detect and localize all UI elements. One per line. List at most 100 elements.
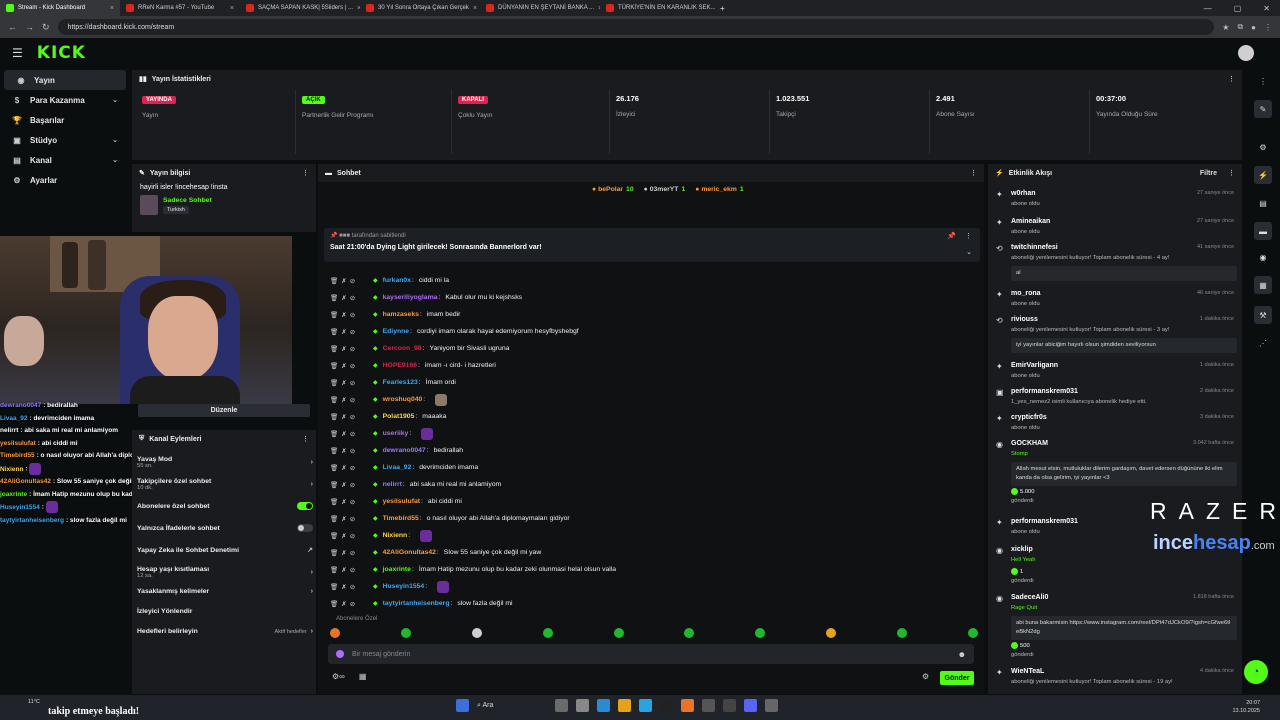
emote-icon[interactable] — [400, 628, 411, 638]
chat-message[interactable]: 🗑✗⊘ ◆ hamzaseks: imam bedir — [330, 306, 980, 323]
close-tab-icon[interactable]: × — [110, 5, 114, 12]
chat-message[interactable]: 🗑✗⊘ ◆ dewrano0047: bedirallah — [330, 442, 980, 459]
chat-username[interactable]: 42AliGonultas42 — [383, 549, 436, 556]
browser-tab[interactable]: TÜRKİYE'NİN EN KARANLIK SEK...× — [600, 0, 720, 16]
moderation-actions-icon[interactable]: 🗑✗⊘ — [330, 481, 368, 489]
reload-icon[interactable]: ↻ — [42, 22, 50, 33]
user-avatar[interactable] — [1238, 45, 1254, 61]
moderation-actions-icon[interactable]: 🗑✗⊘ — [330, 447, 368, 455]
chat-input[interactable]: Bir mesaj gönderin ☻ — [328, 644, 974, 664]
chat-message[interactable]: 🗑✗⊘ ◆ Timebird55: o nasıl oluyor abi Allah'… — [330, 510, 980, 527]
moderation-actions-icon[interactable]: 🗑✗⊘ — [330, 498, 368, 506]
emote-icon[interactable] — [542, 628, 553, 638]
chat-username[interactable]: joaxrinte — [383, 566, 411, 573]
extensions-icon[interactable]: ⧉ — [1237, 22, 1243, 32]
moderation-actions-icon[interactable]: 🗑✗⊘ — [330, 413, 368, 421]
sidebar-item[interactable]: ◉ Yayın — [4, 70, 126, 90]
more-options-icon[interactable]: ⋮ — [1254, 72, 1272, 90]
maximize-icon[interactable]: ▢ — [1234, 4, 1242, 13]
moderation-actions-icon[interactable]: 🗑✗⊘ — [330, 430, 368, 438]
event-username[interactable]: w0rhan — [1011, 190, 1036, 197]
app-icon[interactable] — [723, 699, 736, 712]
top-supporter[interactable]: ● 03merYT 1 — [644, 186, 686, 193]
chat-username[interactable]: furkan0x — [383, 277, 411, 284]
x-icon[interactable] — [660, 699, 673, 712]
chat-message[interactable]: 🗑✗⊘ ◆ furkan0x: ciddi mi la — [330, 272, 980, 289]
event-username[interactable]: xicklip — [1011, 546, 1033, 553]
file-explorer-icon[interactable] — [576, 699, 589, 712]
top-supporter[interactable]: ● bePolar 10 — [592, 186, 634, 193]
chat-username[interactable]: Huseyin1554 — [383, 583, 425, 590]
chat-message[interactable]: 🗑✗⊘ ◆ kayseriliyoglama: Kabul olur mu ki ke… — [330, 289, 980, 306]
sidebar-item[interactable]: 🏆 Başarılar — [0, 110, 130, 130]
channel-action-item[interactable]: Hedefleri belirleyin Aktif hedefler › — [137, 628, 313, 635]
toggle-switch[interactable] — [297, 524, 313, 532]
chat-bubble-icon[interactable]: ▬ — [1254, 222, 1272, 240]
moderation-actions-icon[interactable]: 🗑✗⊘ — [330, 345, 368, 353]
more-options-icon[interactable]: ⋮ — [302, 435, 309, 443]
chevron-down-icon[interactable]: ⌄ — [966, 248, 972, 256]
event-username[interactable]: GOCKHAM — [1011, 440, 1048, 447]
moderation-actions-icon[interactable]: 🗑✗⊘ — [330, 396, 368, 404]
weather-widget[interactable]: 11°C — [28, 699, 40, 705]
event-username[interactable]: mo_rona — [1011, 290, 1041, 297]
emote-icon[interactable] — [684, 628, 695, 638]
browser-tab[interactable]: Stream - Kick Dashboard × — [0, 0, 120, 16]
chat-username[interactable]: Ediynne — [383, 328, 409, 335]
chat-username[interactable]: Nixienn — [383, 532, 408, 539]
sidebar-item[interactable]: ▣ Stüdyo ⌄ — [0, 130, 130, 150]
moderation-actions-icon[interactable]: 🗑✗⊘ — [330, 362, 368, 370]
chat-message[interactable]: 🗑✗⊘ ◆ Huseyin1554: — [330, 578, 980, 595]
url-input[interactable]: https://dashboard.kick.com/stream — [57, 19, 1215, 35]
chat-message[interactable]: 🗑✗⊘ ◆ Nixienn: — [330, 527, 980, 544]
taskbar-clock[interactable]: 20:07 13.10.2025 — [1232, 699, 1260, 715]
moderation-actions-icon[interactable]: 🗑✗⊘ — [330, 294, 368, 302]
moderation-actions-icon[interactable]: 🗑✗⊘ — [330, 328, 368, 336]
more-options-icon[interactable]: ⋮ — [965, 232, 972, 240]
chat-message[interactable]: 🗑✗⊘ ◆ HOPE9166: imam -ı cird- i hazretleri — [330, 357, 980, 374]
event-username[interactable]: riviouss — [1011, 316, 1038, 323]
sidebar-item[interactable]: ▤ Kanal ⌄ — [0, 150, 130, 170]
top-supporter[interactable]: ● meric_ekm 1 — [695, 186, 743, 193]
forward-icon[interactable]: → — [25, 22, 34, 32]
browser-tab[interactable]: DÜNYANIN EN ŞEYTANİ BANKA ...× — [480, 0, 600, 16]
category-name[interactable]: Sadece Sohbet — [163, 197, 212, 204]
chat-message[interactable]: 🗑✗⊘ ◆ useriiky: — [330, 425, 980, 442]
chat-username[interactable]: Polat1905 — [383, 413, 415, 420]
chat-message[interactable]: 🗑✗⊘ ◆ Ediynne: cordiyi imam olarak hayal ed… — [330, 323, 980, 340]
wrench-icon[interactable]: ⚒ — [1254, 306, 1272, 324]
emoji-icon[interactable]: ☻ — [958, 650, 966, 659]
chat-username[interactable]: kayseriliyoglama — [383, 294, 438, 301]
channel-action-item[interactable]: Hesap yaşı kısıtlaması 12 sa. › — [137, 566, 313, 579]
share-icon[interactable]: ⋰ — [1254, 334, 1272, 352]
chat-message[interactable]: 🗑✗⊘ ◆ taytyirtanheisenberg: slow fazla deği… — [330, 595, 980, 612]
emote-icon[interactable] — [471, 628, 482, 638]
copy-icon[interactable]: ▤ — [1254, 194, 1272, 212]
chrome-icon[interactable] — [618, 699, 631, 712]
more-options-icon[interactable]: ⋮ — [302, 169, 309, 177]
chat-message[interactable]: 🗑✗⊘ ◆ wroshuq040: — [330, 391, 980, 408]
chat-username[interactable]: Timebird55 — [383, 515, 419, 522]
profile-icon[interactable]: ● — [1251, 23, 1256, 32]
event-username[interactable]: performanskrem031 — [1011, 518, 1078, 525]
chat-username[interactable]: yesilsulufat — [383, 498, 420, 505]
chat-username[interactable]: nelirrt — [383, 481, 402, 488]
bolt-icon[interactable]: ⚡ — [1254, 166, 1272, 184]
emote-icon[interactable] — [755, 628, 766, 638]
toggle-switch[interactable] — [297, 502, 313, 510]
telegram-icon[interactable] — [639, 699, 652, 712]
sidebar-item[interactable]: $ Para Kazanma ⌄ — [0, 90, 130, 110]
windows-start-icon[interactable] — [456, 699, 469, 712]
moderation-actions-icon[interactable]: 🗑✗⊘ — [330, 311, 368, 319]
hamburger-menu-icon[interactable]: ☰ — [12, 46, 23, 60]
edge-icon[interactable] — [597, 699, 610, 712]
minimize-icon[interactable]: — — [1204, 4, 1212, 13]
channel-action-item[interactable]: Takipçilere özel sohbet 10 dk. › — [137, 478, 313, 491]
channel-action-item[interactable]: Abonelere özel sohbet — [137, 502, 313, 510]
channel-action-item[interactable]: Yasaklanmış kelimeler › — [137, 588, 313, 595]
chat-message[interactable]: 🗑✗⊘ ◆ yesilsulufat: abi ciddi mi — [330, 493, 980, 510]
chat-username[interactable]: hamzaseks — [383, 311, 419, 318]
task-view-icon[interactable] — [555, 699, 568, 712]
calendar-icon[interactable]: ▦ — [359, 672, 367, 681]
chat-message[interactable]: 🗑✗⊘ ◆ Livaa_92: devrimciden imama — [330, 459, 980, 476]
